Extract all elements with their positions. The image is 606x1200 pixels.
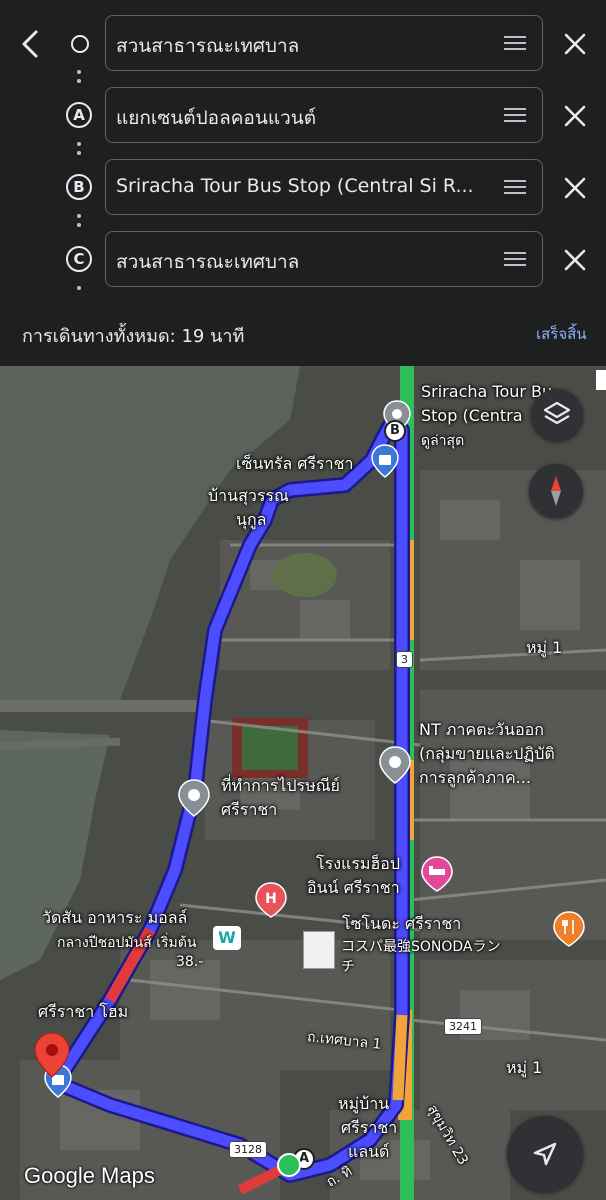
hotel-bed-icon[interactable] [421, 856, 453, 892]
close-icon[interactable] [562, 175, 588, 201]
stop-marker-c: C [66, 246, 92, 272]
start-navigation-button[interactable] [507, 1116, 583, 1192]
map-label: การลูกค้าภาค... [419, 768, 531, 787]
stop-row-c: C สวนสาธารณะเทศบาล [0, 231, 606, 289]
restaurant-icon[interactable] [553, 911, 585, 947]
route-3241-shield: 3241 [444, 1018, 482, 1035]
map-label: โซโนดะ ศรีราชา [342, 914, 462, 933]
destination-pin-icon[interactable] [34, 1032, 70, 1078]
map-label: ศรีราชา โฮม [38, 1002, 129, 1021]
map-label: เซ็นทรัล ศรีราชา [236, 454, 354, 473]
hospital-icon[interactable]: H [255, 882, 287, 918]
connector-dots [77, 70, 81, 88]
map-label: อินน์ ศรีราชา [307, 878, 400, 897]
close-icon[interactable] [562, 103, 588, 129]
map-label: チ [341, 959, 355, 975]
shopping-bag-icon[interactable] [371, 444, 399, 478]
map-pin-icon[interactable] [379, 746, 411, 784]
connector-dots [77, 214, 81, 232]
map-label: ดูล่าสุด [421, 433, 465, 449]
stop-marker-a: A [66, 102, 92, 128]
layers-icon [543, 401, 571, 425]
stop-row-b: B Sriracha Tour Bus Stop (Central Si R..… [0, 159, 606, 217]
map-label: Stop (Centra [421, 406, 523, 425]
close-icon[interactable] [562, 31, 588, 57]
connector-dots [77, 286, 81, 295]
map-view[interactable]: H B A W 3 3241 3128 Sriracha Tour Bu Sto… [0, 366, 606, 1200]
navigation-arrow-icon [533, 1142, 557, 1166]
google-maps-logo: Google Maps [24, 1163, 155, 1188]
drag-handle-icon[interactable] [504, 180, 526, 194]
map-label: หมู่บ้าน [338, 1094, 390, 1113]
stop-field-c[interactable]: สวนสาธารณะเทศบาล [105, 231, 543, 287]
drag-handle-icon[interactable] [504, 108, 526, 122]
map-label: コスパ最強SONODAラン [341, 939, 501, 955]
map-label: (กลุ่มขายและปฏิบัติ [419, 744, 555, 763]
stop-field-a[interactable]: แยกเซนต์ปอลคอนแวนต์ [105, 87, 543, 143]
hospital-letter: H [265, 891, 277, 907]
origin-circle-icon [71, 35, 89, 53]
map-label: บ้านสุวรรณ [208, 486, 289, 505]
waypoint-b-marker[interactable]: B [384, 420, 406, 442]
map-label: ศรีราชา [341, 1118, 398, 1137]
stop-name: Sriracha Tour Bus Stop (Central Si R... [116, 175, 474, 197]
map-label: แลนด์ [348, 1142, 390, 1161]
map-label: หมู่ 1 [506, 1058, 543, 1077]
stop-field-origin[interactable]: สวนสาธารณะเทศบาล [105, 15, 543, 71]
map-label: กลางปีชอปมันส์ เริ่มต้น [57, 935, 197, 951]
stop-name: สวนสาธารณะเทศบาล [116, 35, 300, 57]
map-label: นุกูล [236, 510, 267, 529]
map-label: 38.- [176, 954, 204, 970]
stop-row-a: A แยกเซนต์ปอลคอนแวนต์ [0, 87, 606, 145]
store-w-icon: W [213, 926, 241, 950]
directions-panel: สวนสาธารณะเทศบาล A แยกเซนต์ปอลคอนแวนต์ B… [0, 0, 606, 366]
close-icon[interactable] [562, 247, 588, 273]
stop-name: สวนสาธารณะเทศบาล [116, 251, 300, 273]
done-button[interactable]: เสร็จสิ้น [536, 322, 587, 346]
map-pin-icon[interactable] [178, 779, 210, 817]
compass-icon [551, 476, 561, 506]
map-label: ที่ทำการไปรษณีย์ [221, 776, 340, 795]
layers-button[interactable] [531, 389, 583, 441]
drag-handle-icon[interactable] [504, 36, 526, 50]
map-label: โรงแรมฮ็อป [316, 854, 400, 873]
stop-name: แยกเซนต์ปอลคอนแวนต์ [116, 107, 317, 129]
total-trip-time: การเดินทางทั้งหมด: 19 นาที [22, 326, 245, 347]
compass-button[interactable] [529, 464, 583, 518]
map-label: ศรีราชา [221, 800, 278, 819]
stop-field-b[interactable]: Sriracha Tour Bus Stop (Central Si R... [105, 159, 543, 215]
map-label: NT ภาคตะวันออก [419, 720, 544, 739]
sonoda-thumbnail-icon [303, 931, 335, 969]
green-start-marker-icon [277, 1153, 301, 1177]
route-3-shield: 3 [396, 651, 413, 668]
stop-row-origin: สวนสาธารณะเทศบาล [0, 15, 606, 73]
route-3128-shield: 3128 [229, 1141, 267, 1158]
drag-handle-icon[interactable] [504, 252, 526, 266]
connector-dots [77, 142, 81, 160]
stop-marker-b: B [66, 174, 92, 200]
map-label: วัดสัน อาหาระ มอลล์ [42, 908, 188, 927]
map-label: หมู่ 1 [526, 638, 563, 657]
